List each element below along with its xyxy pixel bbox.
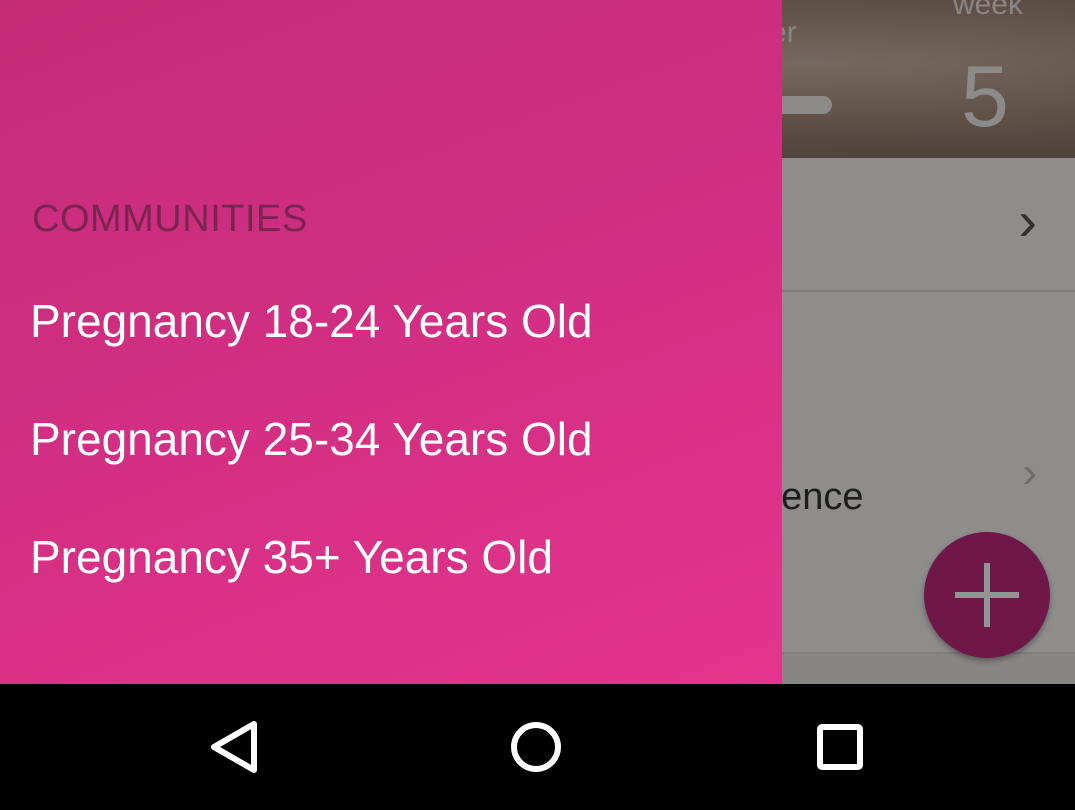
home-button[interactable] [486, 704, 586, 790]
navigation-drawer: COMMUNITIES Pregnancy 18-24 Years Old Pr… [0, 0, 782, 684]
drawer-item-label: Pregnancy 35+ Years Old [30, 531, 553, 583]
drawer-item-label: Pregnancy 18-24 Years Old [30, 295, 593, 347]
recent-apps-button[interactable] [790, 704, 890, 790]
system-nav-bar [0, 684, 1075, 810]
drawer-item-pregnancy-18-24[interactable]: Pregnancy 18-24 Years Old [0, 266, 782, 384]
drawer-item-pregnancy-35-plus[interactable]: Pregnancy 35+ Years Old [0, 502, 782, 620]
recent-apps-square-icon [817, 724, 863, 770]
back-triangle-icon [211, 721, 257, 773]
drawer-item-label: Pregnancy 25-34 Years Old [30, 413, 593, 465]
drawer-item-pregnancy-25-34[interactable]: Pregnancy 25-34 Years Old [0, 384, 782, 502]
home-circle-icon [511, 722, 561, 772]
communities-section-title: COMMUNITIES [32, 198, 308, 240]
back-button[interactable] [184, 704, 284, 790]
